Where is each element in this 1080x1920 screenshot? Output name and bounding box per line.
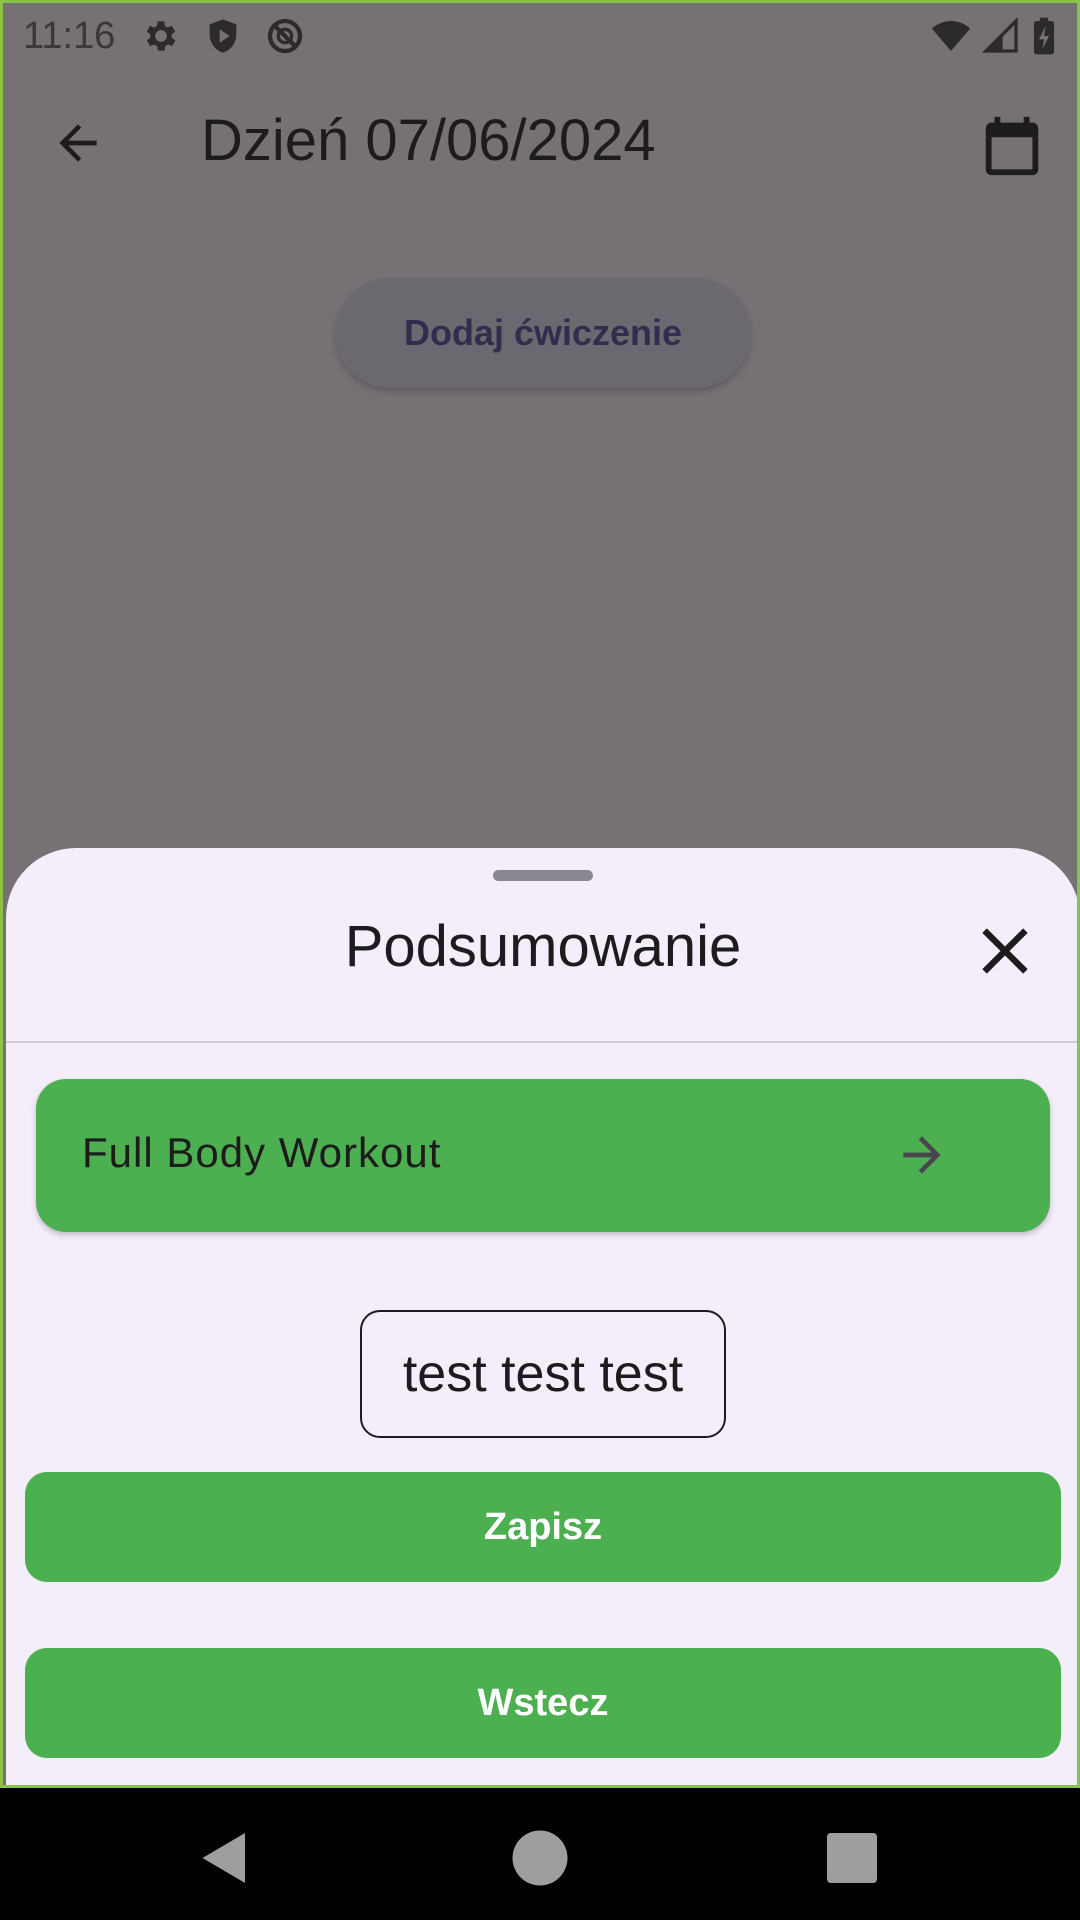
nav-back-icon [202,1833,245,1883]
save-button[interactable]: Zapisz [25,1472,1061,1582]
calendar-button[interactable] [977,111,1047,181]
battery-charging-icon [1031,16,1057,56]
nav-recents-icon [827,1833,877,1883]
nav-home-button[interactable] [510,1828,570,1888]
arrow-right-icon [894,1127,950,1183]
drag-handle[interactable] [493,870,593,881]
top-app-bar: Dzień 07/06/2024 [3,93,1077,193]
status-icons-right [931,16,1057,56]
sheet-divider [6,1041,1077,1043]
back-action-button[interactable]: Wstecz [25,1648,1061,1758]
page-title: Dzień 07/06/2024 [201,108,656,173]
calendar-icon [985,116,1039,176]
sheet-title: Podsumowanie [344,914,742,979]
workout-name: Full Body Workout [82,1129,442,1176]
summary-bottom-sheet: Podsumowanie Full Body Workout test test… [6,848,1077,1785]
navigation-bar [0,1788,1080,1920]
nav-recents-button[interactable] [822,1828,882,1888]
app-frame: 11:16 Dzień 07/06/2024 Dodaj ćwiczenie P… [0,0,1080,1788]
arrow-left-icon [59,124,97,162]
nav-back-button[interactable] [195,1828,255,1888]
add-exercise-button[interactable]: Dodaj ćwiczenie [335,278,751,388]
phone-screen: 11:16 Dzień 07/06/2024 Dodaj ćwiczenie P… [0,0,1080,1920]
shield-play-icon [203,16,243,56]
gear-icon [141,16,181,56]
signal-icon [981,16,1021,56]
status-icons-left [141,16,305,56]
close-button[interactable] [970,916,1040,986]
workout-note: test test test [360,1310,726,1438]
no-sync-icon [265,16,305,56]
workout-card[interactable]: Full Body Workout [36,1079,1050,1232]
nav-home-icon [512,1830,568,1886]
status-time: 11:16 [23,14,116,57]
close-icon [982,928,1028,974]
status-bar: 11:16 [3,3,1077,69]
wifi-icon [931,16,971,56]
back-button[interactable] [43,113,113,173]
